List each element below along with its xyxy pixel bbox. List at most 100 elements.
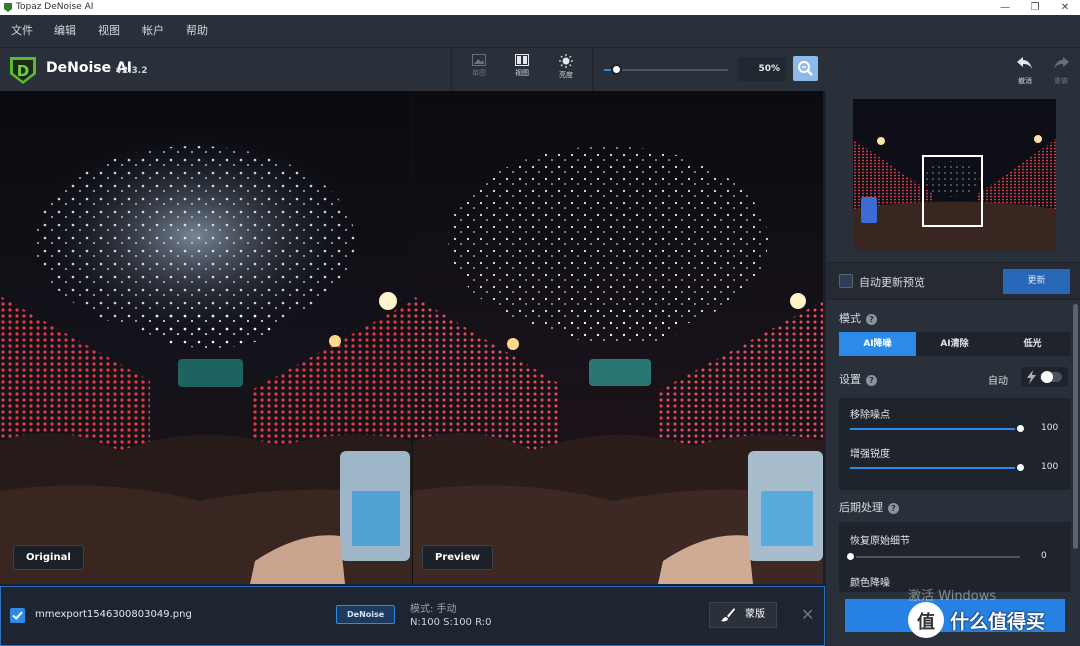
logo-letter: D: [17, 62, 29, 80]
color-noise-label: 颜色降噪: [850, 578, 890, 589]
window-titlebar: Topaz DeNoise AI — ❐ ✕: [0, 0, 1080, 15]
post-section-title: 后期处理?: [839, 499, 899, 515]
original-photo: [0, 91, 412, 584]
auto-label: 自动: [988, 376, 1008, 387]
zoom-slider-track[interactable]: [604, 69, 728, 71]
app-logo-icon: [4, 3, 12, 12]
menu-edit[interactable]: 编辑: [54, 15, 76, 47]
sharpen-label: 增强锐度: [850, 449, 890, 460]
sharpen-value: 100: [1041, 462, 1059, 472]
mode-section-title: 模式?: [839, 310, 877, 326]
split-view-button[interactable]: 视图: [508, 54, 536, 86]
redo-label: 重做: [1054, 77, 1068, 85]
sharpen-fill: [850, 467, 1020, 469]
toolbar-divider: [451, 48, 452, 92]
settings-panel: 移除噪点 100 增强锐度 100: [839, 398, 1071, 490]
toolbar-divider: [592, 48, 593, 92]
remove-file-icon[interactable]: ✕: [801, 605, 814, 624]
mode-selector: AI降噪 AI清除 低光: [839, 332, 1071, 356]
checkmark-icon: [12, 611, 23, 620]
app-version: v2.3.2: [116, 66, 148, 76]
window-title: Topaz DeNoise AI: [16, 2, 94, 12]
post-panel: 恢复原始细节 0 颜色降噪: [839, 522, 1071, 592]
restore-detail-track[interactable]: [850, 556, 1020, 558]
image-viewer[interactable]: Original Preview: [0, 91, 823, 584]
settings-title: 设置: [839, 373, 861, 386]
update-button[interactable]: 更新: [1003, 269, 1070, 294]
mask-label: 蒙版: [745, 609, 765, 620]
brightness-icon: [559, 54, 573, 68]
mask-button[interactable]: 蒙版: [709, 602, 777, 628]
magnifier-icon: [798, 61, 813, 76]
file-name: mmexport1546300803049.png: [35, 609, 192, 620]
brightness-label: 亮度: [559, 71, 573, 79]
mode-low-light[interactable]: 低光: [994, 332, 1071, 356]
remove-noise-fill: [850, 428, 1020, 430]
preview-label: Preview: [422, 545, 494, 570]
mode-ai-clear[interactable]: AI清除: [916, 332, 993, 356]
sidebar-scrollbar[interactable]: [1073, 304, 1078, 549]
mode-help-icon[interactable]: ?: [866, 314, 877, 325]
sharpen-track[interactable]: [850, 467, 1020, 469]
undo-button[interactable]: 撤消: [1010, 55, 1040, 87]
post-help-icon[interactable]: ?: [888, 503, 899, 514]
post-title: 后期处理: [839, 501, 883, 514]
brush-icon: [721, 608, 735, 622]
undo-icon: [1017, 57, 1032, 69]
single-view-button[interactable]: 单图: [465, 54, 493, 86]
redo-icon: [1054, 57, 1069, 69]
brightness-button[interactable]: 亮度: [552, 54, 580, 86]
settings-section-title: 设置?: [839, 371, 877, 387]
site-logo-glyph: 值: [917, 612, 935, 633]
file-values: N:100 S:100 R:0: [410, 617, 492, 628]
auto-toggle[interactable]: [1021, 367, 1068, 387]
site-watermark-text: 什么值得买: [950, 611, 1046, 633]
auto-update-checkbox[interactable]: [839, 274, 853, 288]
toolbar: D DeNoise AI v2.3.2 单图 视图 亮度: [0, 47, 1080, 92]
zoom-button[interactable]: [793, 56, 818, 81]
menu-bar: 文件 编辑 视图 帐户 帮助: [0, 15, 1080, 47]
auto-update-label: 自动更新预览: [859, 276, 925, 289]
zoom-slider-handle[interactable]: [610, 64, 622, 75]
single-image-icon: [472, 54, 486, 66]
maximize-button[interactable]: ❐: [1020, 0, 1050, 15]
split-view-icon: [515, 54, 529, 66]
single-view-label: 单图: [472, 69, 486, 77]
mode-ai-denoise[interactable]: AI降噪: [839, 332, 916, 356]
toggle-knob: [1041, 371, 1053, 383]
denoise-tag[interactable]: DeNoise: [336, 605, 396, 624]
original-pane[interactable]: Original: [0, 91, 412, 584]
remove-noise-track[interactable]: [850, 428, 1020, 430]
redo-button[interactable]: 重做: [1046, 55, 1076, 87]
undo-label: 撤消: [1018, 77, 1032, 85]
windows-activation-watermark: 激活 Windows: [908, 589, 997, 604]
menu-help[interactable]: 帮助: [186, 15, 208, 47]
split-view-label: 视图: [515, 69, 529, 77]
settings-help-icon[interactable]: ?: [866, 375, 877, 386]
close-window-button[interactable]: ✕: [1050, 0, 1080, 15]
menu-account[interactable]: 帐户: [142, 15, 164, 47]
remove-noise-value: 100: [1041, 423, 1059, 433]
original-label: Original: [13, 545, 84, 570]
auto-update-row: 自动更新预览 更新: [826, 262, 1080, 300]
restore-detail-handle[interactable]: [844, 551, 856, 562]
file-mode: 模式: 手动: [410, 604, 457, 615]
remove-noise-handle[interactable]: [1014, 423, 1026, 434]
denoise-logo-icon: D: [10, 57, 36, 84]
sharpen-handle[interactable]: [1014, 462, 1026, 473]
mode-title: 模式: [839, 312, 861, 325]
preview-pane[interactable]: Preview: [413, 91, 823, 584]
preview-photo: [413, 91, 823, 584]
restore-detail-value: 0: [1041, 551, 1047, 561]
settings-sidebar: 自动更新预览 更新 模式? AI降噪 AI清除 低光 设置? 自动 移除噪点 1…: [825, 91, 1080, 646]
lightning-icon: [1027, 370, 1036, 384]
navigator-viewport-frame[interactable]: [922, 155, 983, 227]
menu-view[interactable]: 视图: [98, 15, 120, 47]
menu-file[interactable]: 文件: [11, 15, 33, 47]
file-select-checkbox[interactable]: [10, 608, 25, 623]
file-bar: mmexport1546300803049.png DeNoise 模式: 手动…: [0, 586, 825, 646]
minimize-button[interactable]: —: [990, 0, 1020, 15]
restore-detail-label: 恢复原始细节: [850, 536, 910, 547]
zoom-value-field[interactable]: 50%: [738, 57, 786, 81]
navigator-thumbnail[interactable]: [853, 99, 1056, 250]
